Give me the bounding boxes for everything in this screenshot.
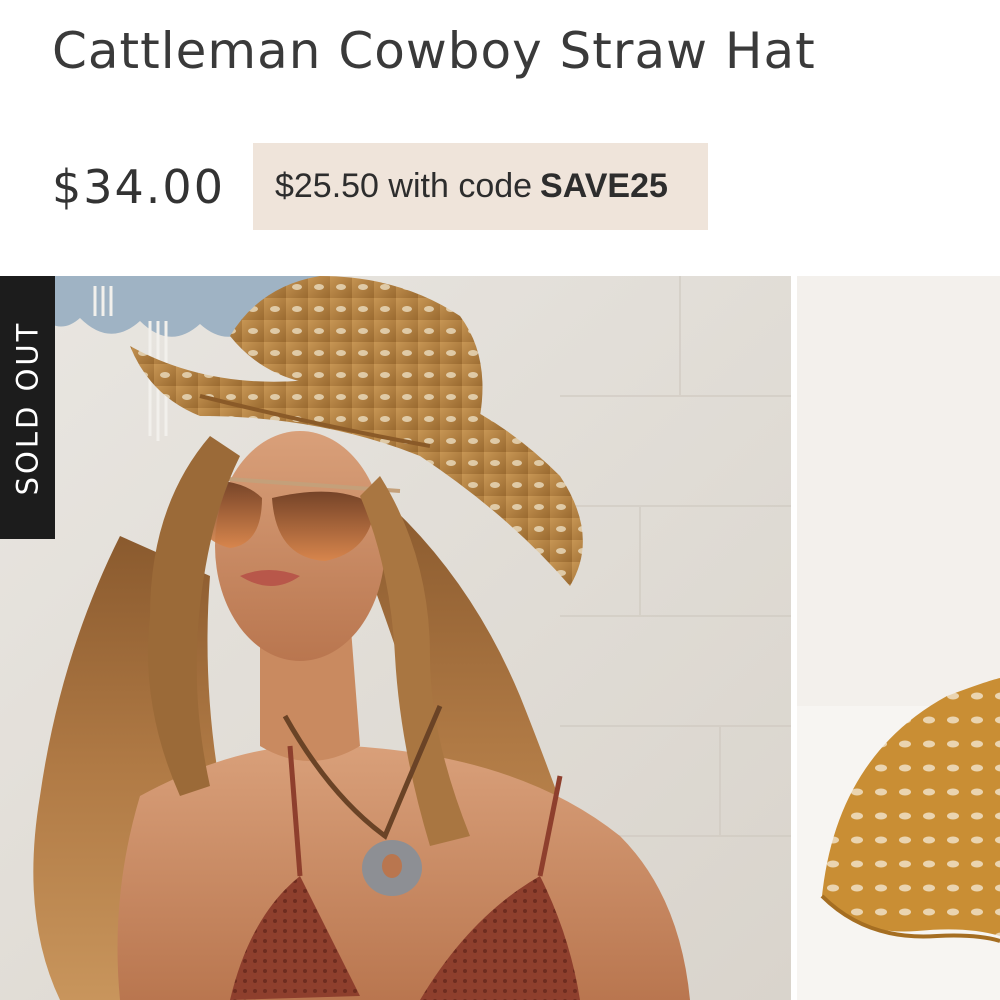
price-row: $34.00 $25.50 with code SAVE25: [52, 143, 708, 230]
promo-box: $25.50 with code SAVE25: [252, 143, 708, 230]
promo-text: $25.50 with code: [274, 167, 533, 205]
sold-out-badge: SOLD OUT: [0, 276, 55, 539]
product-title: Cattleman Cowboy Straw Hat: [52, 22, 816, 80]
sold-out-label: SOLD OUT: [10, 320, 45, 495]
product-gallery: [0, 276, 1000, 1000]
model-wearing-hat-photo[interactable]: [0, 276, 791, 1000]
hat-detail-photo[interactable]: [797, 276, 1000, 1000]
promo-code: SAVE25: [540, 167, 668, 205]
product-price: $34.00: [52, 159, 225, 214]
